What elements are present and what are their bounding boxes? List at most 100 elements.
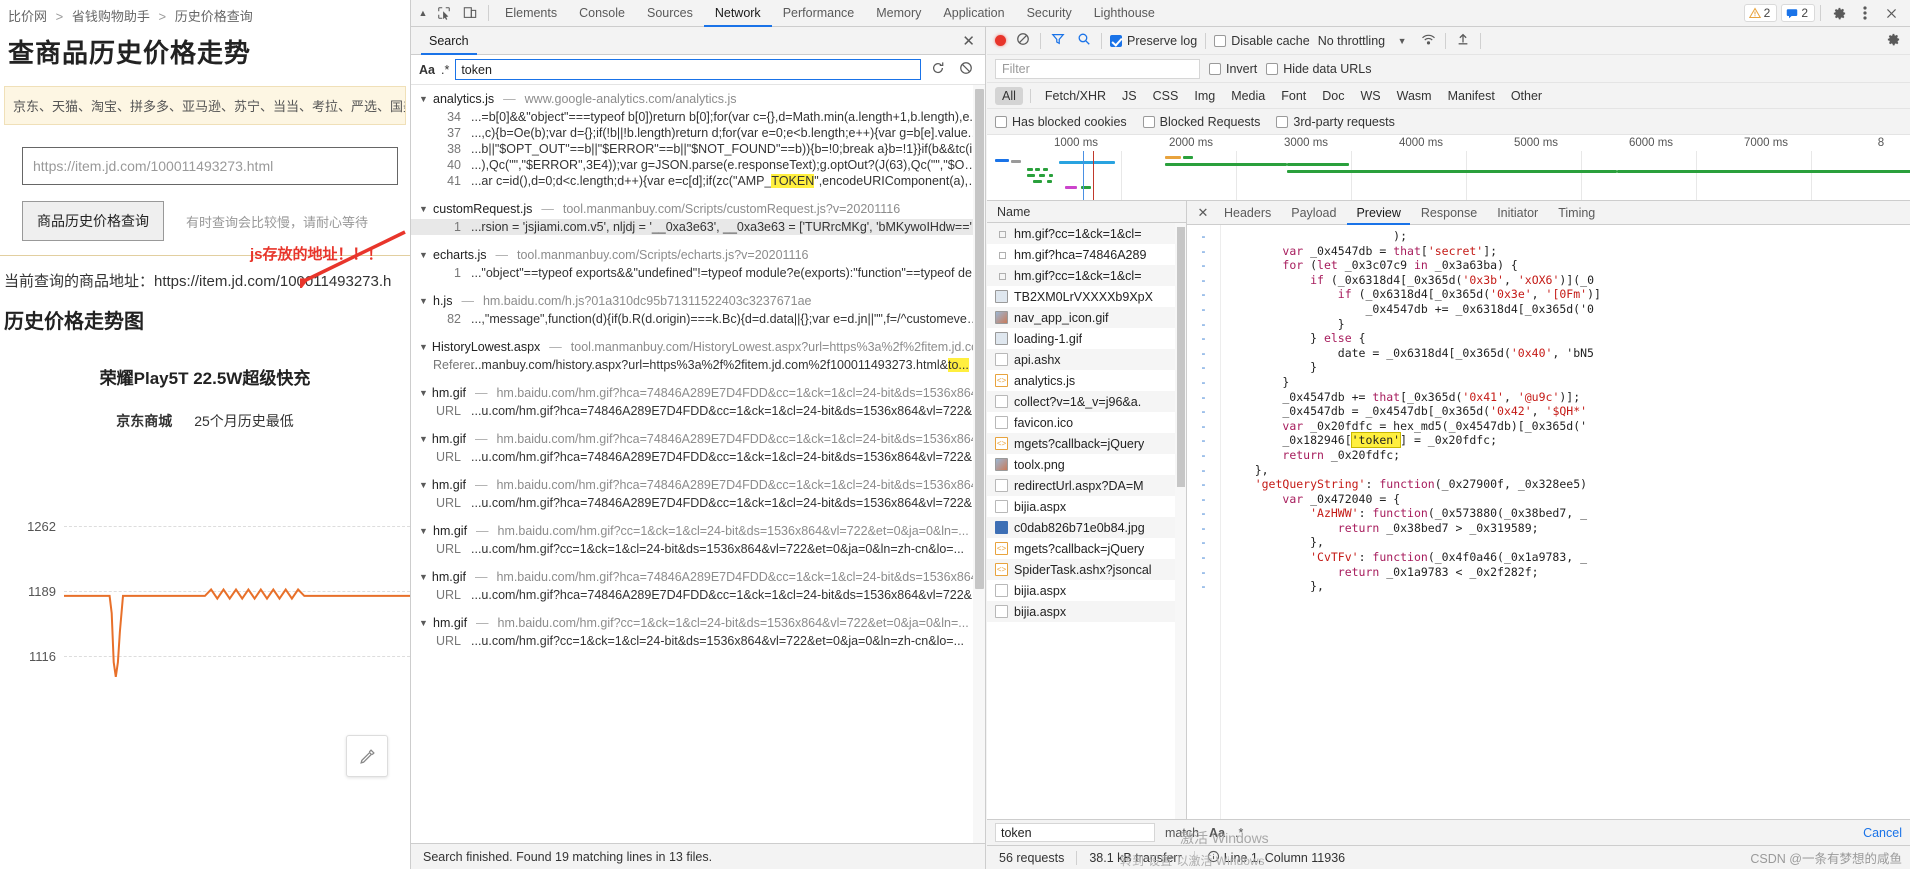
invert-checkbox[interactable]: Invert — [1209, 62, 1257, 76]
find-input[interactable]: token — [995, 823, 1155, 842]
search-result-file[interactable]: ▼ HistoryLowest.aspx — tool.manmanbuy.com/H… — [411, 337, 985, 357]
chevron-down-icon[interactable]: ▼ — [419, 204, 429, 214]
device-toolbar-icon[interactable] — [457, 1, 483, 25]
search-scrollbar-thumb[interactable] — [975, 89, 984, 589]
fold-marker[interactable]: - — [1187, 521, 1220, 536]
fold-marker[interactable]: - — [1187, 229, 1220, 244]
request-list-header[interactable]: Name — [987, 201, 1186, 223]
chevron-down-icon[interactable]: ▼ — [419, 296, 429, 306]
request-row[interactable]: api.ashx — [987, 349, 1186, 370]
fold-marker[interactable]: - — [1187, 565, 1220, 580]
type-filter-js[interactable]: JS — [1115, 87, 1144, 105]
request-list-scrollbar[interactable] — [1175, 223, 1186, 845]
request-row[interactable]: nav_app_icon.gif — [987, 307, 1186, 328]
fold-marker[interactable]: - — [1187, 360, 1220, 375]
search-result-line[interactable]: Referer ...manbuy.com/history.aspx?url=ht… — [411, 357, 985, 373]
fold-marker[interactable]: - — [1187, 477, 1220, 492]
close-icon[interactable] — [1878, 1, 1904, 25]
chevron-down-icon[interactable]: ▼ — [419, 526, 429, 536]
search-result-file[interactable]: ▼ analytics.js — www.google-analytics.com/a… — [411, 89, 985, 109]
hide-data-urls-checkbox[interactable]: Hide data URLs — [1266, 62, 1372, 76]
fold-marker[interactable]: - — [1187, 463, 1220, 478]
search-result-file[interactable]: ▼ hm.gif — hm.baidu.com/hm.gif?hca=74846A28… — [411, 475, 985, 495]
search-result-line[interactable]: 38 ...b||"$OPT_OUT"==b||"$ERROR"==b||"$NO… — [411, 141, 985, 157]
fold-marker[interactable]: - — [1187, 346, 1220, 361]
gear-icon[interactable] — [1826, 1, 1852, 25]
more-vertical-icon[interactable] — [1852, 1, 1878, 25]
disable-cache-checkbox[interactable]: Disable cache — [1214, 34, 1310, 48]
fold-marker[interactable]: - — [1187, 419, 1220, 434]
search-result-line[interactable]: URL ...u.com/hm.gif?hca=74846A289E7D4FDD&… — [411, 495, 985, 511]
fold-marker[interactable]: - — [1187, 317, 1220, 332]
chevron-down-icon[interactable]: ▼ — [419, 572, 428, 582]
search-result-line[interactable]: URL ...u.com/hm.gif?hca=74846A289E7D4FDD&… — [411, 403, 985, 419]
network-filter-input[interactable]: Filter — [995, 58, 1200, 79]
fold-marker[interactable]: - — [1187, 302, 1220, 317]
gear-icon[interactable] — [1884, 32, 1902, 50]
request-row[interactable]: bijia.aspx — [987, 496, 1186, 517]
chevron-down-icon[interactable]: ▼ — [419, 342, 428, 352]
fold-marker[interactable]: - — [1187, 287, 1220, 302]
tab-security[interactable]: Security — [1016, 0, 1083, 27]
search-result-file[interactable]: ▼ h.js — hm.baidu.com/h.js?01a310dc95b71311… — [411, 291, 985, 311]
search-result-line[interactable]: 40 ...),Qc("","$ERROR",3E4));var g=JSON.p… — [411, 157, 985, 173]
search-result-line[interactable]: 1 ...rsion = 'jsjiami.com.v5', nljdj = '_… — [411, 219, 985, 235]
request-row[interactable]: c0dab826b71e0b84.jpg — [987, 517, 1186, 538]
fold-marker[interactable]: - — [1187, 273, 1220, 288]
third-party-requests-checkbox[interactable]: 3rd-party requests — [1276, 115, 1395, 129]
match-case-toggle[interactable]: Aa — [419, 63, 435, 77]
search-result-file[interactable]: ▼ hm.gif — hm.baidu.com/hm.gif?hca=74846A28… — [411, 567, 985, 587]
search-result-line[interactable]: 41 ...ar c=id(),d=0;d<c.length;d++){var e… — [411, 173, 985, 189]
request-row[interactable]: TB2XM0LrVXXXXb9XpX — [987, 286, 1186, 307]
inspect-element-icon[interactable] — [431, 1, 457, 25]
search-result-line[interactable]: URL ...u.com/hm.gif?hca=74846A289E7D4FDD&… — [411, 449, 985, 465]
detail-tab-payload[interactable]: Payload — [1282, 201, 1345, 225]
type-filter-all[interactable]: All — [995, 86, 1023, 105]
request-row[interactable]: <> mgets?callback=jQuery — [987, 433, 1186, 454]
fold-marker[interactable]: - — [1187, 258, 1220, 273]
find-cancel-button[interactable]: Cancel — [1863, 826, 1902, 840]
clear-icon[interactable] — [955, 61, 977, 78]
search-result-line[interactable]: URL ...u.com/hm.gif?cc=1&ck=1&cl=24-bit&d… — [411, 541, 985, 557]
type-filter-font[interactable]: Font — [1274, 87, 1313, 105]
request-rows[interactable]: hm.gif?cc=1&ck=1&cl=▲ hm.gif?hca=74846A28… — [987, 223, 1186, 845]
type-filter-manifest[interactable]: Manifest — [1441, 87, 1502, 105]
chevron-down-icon[interactable]: ▼ — [419, 388, 428, 398]
fold-marker[interactable]: - — [1187, 492, 1220, 507]
filter-icon[interactable] — [1049, 32, 1067, 49]
search-result-line[interactable]: URL ...u.com/hm.gif?hca=74846A289E7D4FDD&… — [411, 587, 985, 603]
detail-tab-initiator[interactable]: Initiator — [1488, 201, 1547, 225]
chevron-down-icon[interactable]: ▼ — [419, 618, 429, 628]
search-result-line[interactable]: URL ...u.com/hm.gif?cc=1&ck=1&cl=24-bit&d… — [411, 633, 985, 649]
search-result-line[interactable]: 82 ...,"message",function(d){if(b.R(d.ori… — [411, 311, 985, 327]
request-row[interactable]: bijia.aspx — [987, 580, 1186, 601]
has-blocked-cookies-checkbox[interactable]: Has blocked cookies — [995, 115, 1127, 129]
detail-tab-preview[interactable]: Preview — [1347, 201, 1409, 225]
fold-marker[interactable]: - — [1187, 535, 1220, 550]
tab-elements[interactable]: Elements — [494, 0, 568, 27]
throttling-select[interactable]: No throttling — [1318, 34, 1385, 48]
request-row[interactable]: loading-1.gif — [987, 328, 1186, 349]
dock-caret-icon[interactable]: ▲ — [415, 8, 431, 18]
tab-performance[interactable]: Performance — [772, 0, 866, 27]
query-button[interactable]: 商品历史价格查询 — [22, 201, 164, 241]
chevron-down-icon[interactable]: ▼ — [419, 250, 429, 260]
tab-lighthouse[interactable]: Lighthouse — [1083, 0, 1166, 27]
network-conditions-icon[interactable] — [1419, 32, 1437, 50]
fold-marker[interactable]: - — [1187, 433, 1220, 448]
regex-toggle[interactable]: .* — [441, 63, 449, 77]
type-filter-img[interactable]: Img — [1187, 87, 1222, 105]
type-filter-fetch-xhr[interactable]: Fetch/XHR — [1038, 87, 1113, 105]
request-list-scrollbar-thumb[interactable] — [1177, 227, 1185, 487]
type-filter-wasm[interactable]: Wasm — [1390, 87, 1439, 105]
network-overview-timeline[interactable]: 1000 ms 2000 ms 3000 ms 4000 ms 5000 ms 6000 … — [987, 135, 1910, 201]
search-icon[interactable] — [1075, 32, 1093, 49]
tab-network[interactable]: Network — [704, 0, 772, 27]
import-har-icon[interactable] — [1454, 32, 1472, 49]
search-result-file[interactable]: ▼ hm.gif — hm.baidu.com/hm.gif?hca=74846A28… — [411, 383, 985, 403]
request-row[interactable]: hm.gif?cc=1&ck=1&cl= — [987, 265, 1186, 286]
record-icon[interactable] — [995, 35, 1006, 46]
detail-tab-timing[interactable]: Timing — [1549, 201, 1604, 225]
search-result-file[interactable]: ▼ hm.gif — hm.baidu.com/hm.gif?cc=1&ck=1&cl… — [411, 521, 985, 541]
search-result-line[interactable]: 37 ...,c){b=Oe(b);var d={};if(!b||!b.leng… — [411, 125, 985, 141]
